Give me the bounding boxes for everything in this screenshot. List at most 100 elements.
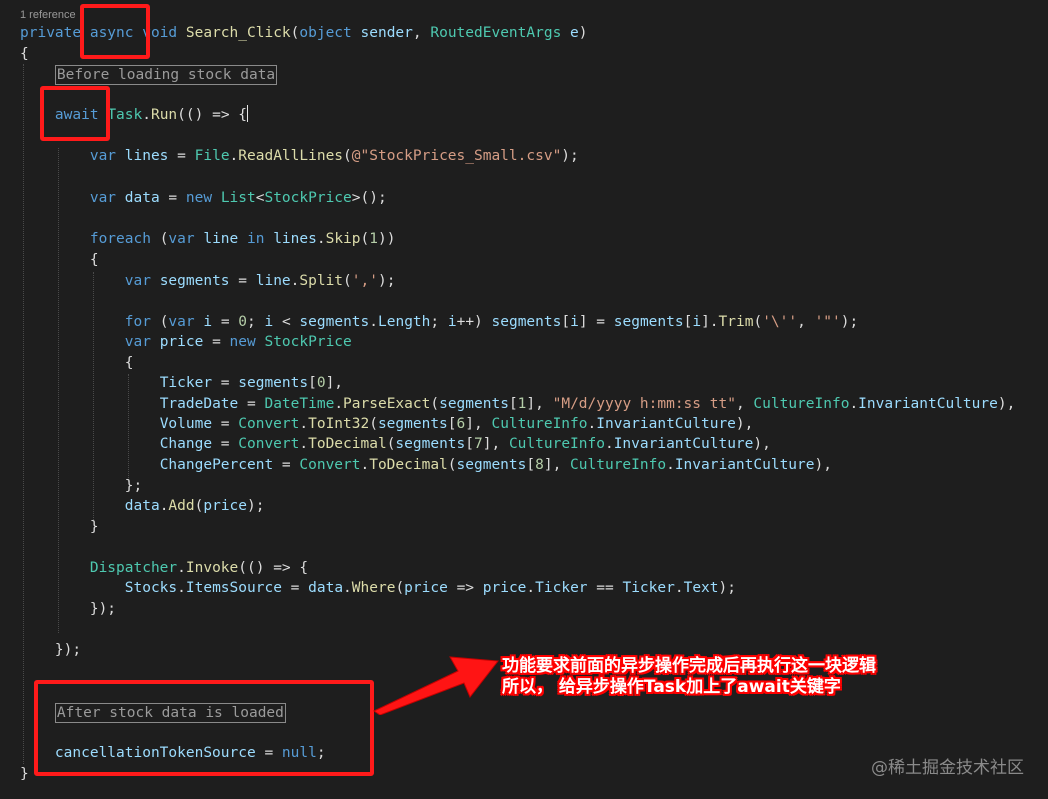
code-line: Ticker = segments[0], <box>20 373 343 393</box>
code-token: '"' <box>814 314 841 330</box>
annotation-arrow-icon <box>372 656 499 715</box>
annotation-note: 功能要求前面的异步操作完成后再执行这一块逻辑 所以， 给异步操作Task加上了a… <box>502 656 876 698</box>
code-line: }; <box>20 476 142 496</box>
code-token: (() => { <box>177 107 248 123</box>
code-token: ], <box>465 416 492 432</box>
code-token: ); <box>840 314 859 330</box>
code-token: ToDecimal <box>369 457 448 473</box>
code-token: . <box>229 148 239 164</box>
code-token: var <box>168 231 204 247</box>
code-token: [ <box>447 416 457 432</box>
code-token: 0 <box>238 314 248 330</box>
code-token: price <box>482 580 527 596</box>
code-token: . <box>177 560 186 576</box>
code-token: i <box>203 314 221 330</box>
code-token: RoutedEventArgs <box>430 25 571 41</box>
annotation-line-2: 所以， 给异步操作Task加上了await关键字 <box>502 677 841 697</box>
text-cursor <box>247 105 249 122</box>
code-token: Add <box>168 498 195 514</box>
code-token: [ <box>308 375 317 391</box>
code-token: price <box>159 334 213 350</box>
code-token: sender <box>360 25 413 41</box>
after-load-highlight <box>34 680 374 776</box>
code-token: CultureInfo <box>570 457 667 473</box>
code-line: } <box>20 517 99 537</box>
code-token: Convert <box>238 416 300 432</box>
code-token: Dispatcher <box>89 560 178 576</box>
code-token: = <box>177 148 195 164</box>
code-token: Run <box>150 107 178 123</box>
collapsed-region[interactable]: Before loading stock data <box>54 65 278 85</box>
code-line: TradeDate = DateTime.ParseExact(segments… <box>20 394 1016 414</box>
code-token: ] = <box>578 314 614 330</box>
code-token: >(); <box>351 190 387 206</box>
code-line: { <box>20 353 134 373</box>
code-token: ]. <box>701 314 719 330</box>
code-token: . <box>360 457 370 473</box>
code-token: ( <box>360 231 370 247</box>
code-token: [ <box>508 396 518 412</box>
code-token: Skip <box>325 231 361 247</box>
code-token: price <box>404 580 457 596</box>
code-token: List <box>220 190 256 206</box>
code-token: ), <box>814 457 832 473</box>
code-token: Where <box>351 580 396 596</box>
code-token: ItemsSource <box>185 580 291 596</box>
code-token: @"StockPrices_Small.csv" <box>351 148 562 164</box>
code-token: segments <box>613 314 684 330</box>
code-token: segments <box>395 436 466 452</box>
code-editor[interactable]: 1 reference private async void Search_Cl… <box>0 0 1048 799</box>
code-token: . <box>604 436 614 452</box>
code-token: Text <box>683 580 719 596</box>
code-token: 8 <box>535 457 544 473</box>
code-token: ( <box>343 273 352 289</box>
code-token: segments <box>456 457 527 473</box>
code-line: } <box>20 764 29 784</box>
code-token: . <box>299 416 309 432</box>
code-token: ToInt32 <box>308 416 370 432</box>
code-token: segments <box>299 314 370 330</box>
code-token: ( <box>430 396 440 412</box>
code-token: line <box>255 273 291 289</box>
code-token: 7 <box>474 436 483 452</box>
code-token: { <box>20 46 29 62</box>
code-token: = <box>238 273 256 289</box>
code-token: . <box>142 107 151 123</box>
code-token: ( <box>395 580 405 596</box>
code-line: Dispatcher.Invoke(() => { <box>20 558 308 578</box>
code-line: { <box>20 44 29 64</box>
annotation-line-1: 功能要求前面的异步操作完成后再执行这一块逻辑 <box>502 656 876 676</box>
code-token: ); <box>718 580 736 596</box>
code-token: . <box>177 580 186 596</box>
code-token: CultureInfo <box>491 416 588 432</box>
code-token: File <box>194 148 230 164</box>
code-token: i <box>692 314 702 330</box>
code-token: . <box>587 416 597 432</box>
code-token: Convert <box>299 457 361 473</box>
code-line: var segments = line.Split(','); <box>20 271 396 291</box>
code-token: ( <box>753 314 763 330</box>
code-token: DateTime <box>264 396 335 412</box>
code-token: foreach <box>89 231 160 247</box>
code-token: 6 <box>456 416 466 432</box>
code-token: segments <box>159 273 239 289</box>
watermark: @稀土掘金技术社区 <box>871 758 1024 778</box>
code-token: var <box>124 334 160 350</box>
code-token: var <box>168 314 204 330</box>
code-line: Change = Convert.ToDecimal(segments[7], … <box>20 434 771 454</box>
code-token: data <box>124 190 169 206</box>
code-token: ), <box>997 396 1016 412</box>
codelens-references[interactable]: 1 reference <box>20 9 76 21</box>
code-line: Volume = Convert.ToInt32(segments[6], Cu… <box>20 414 754 434</box>
code-token: = <box>281 457 300 473</box>
code-token: . <box>334 396 344 412</box>
